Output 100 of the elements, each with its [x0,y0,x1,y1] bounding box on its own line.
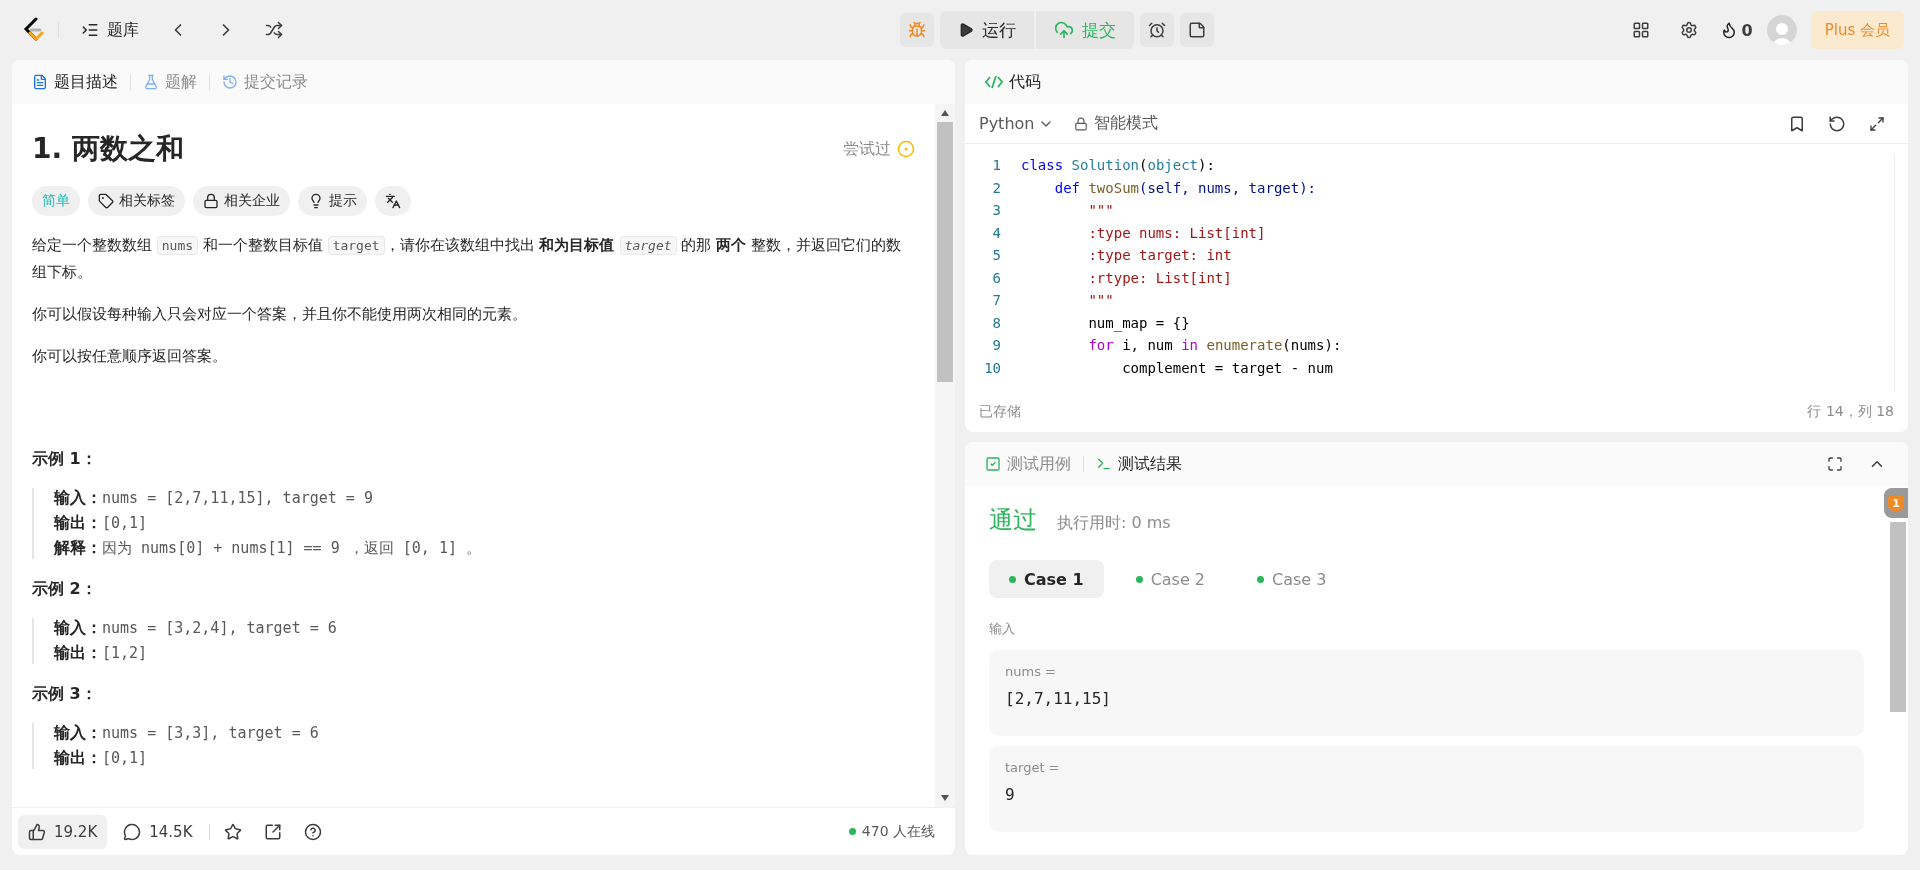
example-value: [0,1] [102,749,148,767]
case-tab[interactable]: Case 1 [989,560,1104,598]
tag-icon [98,193,114,209]
panel-tab[interactable]: 测试结果 [1090,449,1188,479]
example-label: 输入： [54,488,102,509]
checkbox-icon [985,456,1001,472]
bug-icon [908,21,927,39]
parameter-value: 9 [1005,785,1016,804]
run-button[interactable]: 运行 [940,11,1035,49]
bookmark-icon [1788,114,1806,133]
code-line: :type target: int [1087,247,1232,264]
code-line: :rtype: List[int] [1087,269,1232,286]
expand-icon [1869,115,1885,132]
code-line: def twoSum(self, nums, target): [1053,179,1317,196]
example-value: [0,1] [102,514,148,532]
example-label: 输入： [54,618,102,639]
parameter-name: nums = [1005,664,1057,679]
line-number: 6 [991,269,1002,286]
translate-icon [385,193,401,209]
runtime-text: 执行用时: 0 ms [1057,513,1171,534]
code-tab[interactable]: 代码 [979,67,1047,97]
alarm-clock-icon [1148,21,1167,39]
line-number: 3 [991,202,1002,219]
target-icon [897,140,915,158]
timer-button[interactable] [1140,13,1175,47]
code-icon [985,74,1003,90]
input-label: 输入 [989,620,1016,638]
grid-icon [1631,21,1650,39]
shuffle-icon [265,21,283,39]
attempt-status: 尝试过 [843,138,891,160]
lightbulb-icon [308,193,324,209]
code-line: num_map = {} [1087,314,1190,331]
flask-icon [143,74,159,90]
lock-icon [1074,116,1089,131]
settings-icon [1679,21,1698,39]
tag-chip[interactable]: 相关标签 [88,186,185,216]
example-title: 示例 1： [32,449,98,470]
cursor-position: 行 14，列 18 [1807,403,1894,421]
line-number: 5 [991,247,1002,264]
help-icon [303,822,322,841]
note-button[interactable] [1180,13,1215,47]
code-line: class Solution(object): [1021,157,1215,174]
description-paragraph: 你可以按任意顺序返回答案。 [32,346,228,367]
tag-chip[interactable]: 提示 [298,186,367,216]
fullscreen-icon [1827,456,1843,472]
example-label: 解释： [54,538,102,559]
result-verdict: 通过 [989,505,1037,536]
panel-tab[interactable]: 题目描述 [26,67,124,97]
example-value: 因为 nums[0] + nums[1] == 9 ，返回 [0, 1] 。 [102,539,481,558]
line-number: 1 [991,157,1002,174]
example-value: nums = [2,7,11,15], target = 9 [102,489,373,507]
line-number: 8 [991,314,1002,331]
problem-list-link[interactable]: 题库 [73,15,147,45]
tag-chip[interactable]: 相关企业 [193,186,290,216]
scroll-down-icon [941,795,949,801]
example-label: 输出： [54,748,102,769]
line-number: 4 [991,224,1002,241]
example-value: [1,2] [102,644,148,662]
note-icon [1188,21,1207,39]
code-line: for i, num in enumerate(nums): [1087,337,1342,354]
document-icon [32,74,48,90]
like-button[interactable]: 19.2K [18,814,108,849]
language-select[interactable]: Python [979,114,1055,133]
line-number: 10 [983,359,1002,376]
undo-icon [1828,114,1846,133]
online-count: 470 人在线 [861,822,935,841]
star-icon [223,822,242,841]
translate-button[interactable] [375,186,411,216]
share-icon [263,822,282,841]
comments-button[interactable]: 14.5K [113,814,203,849]
code-line: :type nums: List[int] [1087,224,1266,241]
example-label: 输出： [54,513,102,534]
cloud-upload-icon [1054,20,1075,40]
logo-icon[interactable] [22,17,44,43]
thumbs-up-icon [28,822,46,841]
problem-title: 1. 两数之和 [32,131,184,167]
streak-count: 0 [1741,20,1753,40]
history-icon [222,74,238,90]
parameter-name: target = [1005,760,1061,775]
save-status: 已存储 [979,403,1021,421]
code-line: complement = target - num [1121,359,1333,376]
line-number: 7 [991,292,1002,309]
example-title: 示例 2： [32,579,98,600]
description-paragraph: 给定一个整数数组 nums 和一个整数目标值 target ，请你在该数组中找出 和为目标值 target 的那 两个 整数，并返回它们的数组下标。 [32,235,902,283]
editor-mode: 智能模式 [1094,113,1159,134]
play-icon [958,22,975,38]
comment-icon [123,822,142,841]
example-label: 输入： [54,723,102,744]
line-number: 2 [991,179,1002,196]
example-title: 示例 3： [32,684,98,705]
lock-icon [203,193,219,209]
example-label: 输出： [54,643,102,664]
list-icon [81,21,99,39]
line-number: 9 [991,337,1002,354]
scroll-up-icon [941,110,949,116]
example-value: nums = [3,3], target = 6 [102,724,319,742]
description-paragraph: 你可以假设每种输入只会对应一个答案，并且你不能使用两次相同的元素。 [32,304,528,325]
parameter-value: [2,7,11,15] [1005,689,1112,708]
terminal-icon [1096,456,1112,472]
online-status-dot [848,828,856,835]
